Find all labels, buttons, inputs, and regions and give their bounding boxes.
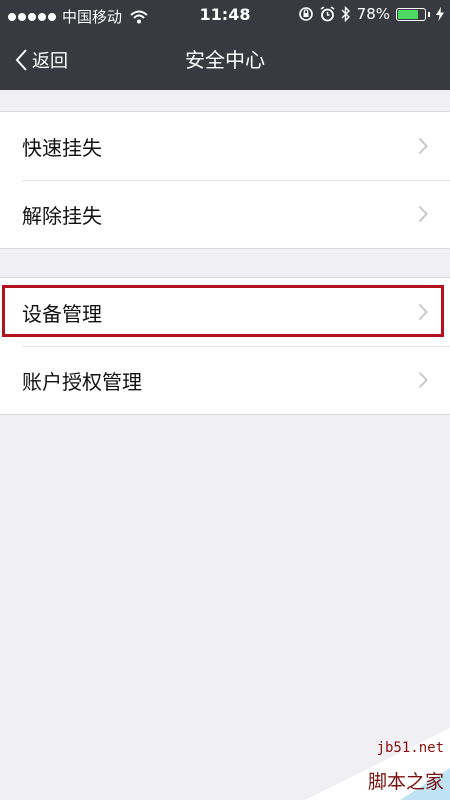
battery-icon — [396, 7, 426, 21]
menu-item-label: 设备管理 — [22, 301, 102, 326]
watermark-url: jb51.net — [376, 740, 444, 756]
menu-item-device-management[interactable]: 设备管理 — [0, 278, 450, 346]
status-right: 78% — [298, 5, 444, 23]
menu-item-label: 账户授权管理 — [22, 369, 142, 394]
battery-fill — [398, 9, 418, 19]
chevron-right-icon — [418, 371, 428, 389]
charging-icon — [436, 7, 444, 21]
chevron-right-icon — [418, 303, 428, 321]
menu-item-cancel-report-loss[interactable]: 解除挂失 — [0, 180, 450, 248]
menu-group-management: 设备管理 账户授权管理 — [0, 277, 450, 415]
chevron-right-icon — [418, 205, 428, 223]
page-title: 安全中心 — [185, 48, 265, 72]
rotation-lock-icon — [298, 7, 313, 21]
menu-group-loss: 快速挂失 解除挂失 — [0, 111, 450, 249]
alarm-icon — [320, 6, 335, 22]
navigation-bar: 返回 安全中心 — [0, 30, 450, 90]
bluetooth-icon — [341, 6, 350, 22]
chevron-right-icon — [418, 137, 428, 155]
watermark: jb51.net 脚本之家 — [305, 728, 450, 800]
battery-percent: 78% — [356, 5, 390, 23]
status-bar: 中国移动 11:48 78% — [0, 0, 450, 30]
watermark-name: 脚本之家 — [367, 771, 444, 793]
menu-item-label: 快速挂失 — [22, 135, 102, 160]
menu-item-label: 解除挂失 — [22, 203, 102, 228]
menu-item-quick-report-loss[interactable]: 快速挂失 — [0, 112, 450, 180]
menu-item-account-authorization[interactable]: 账户授权管理 — [0, 346, 450, 414]
battery-tip — [428, 11, 430, 17]
